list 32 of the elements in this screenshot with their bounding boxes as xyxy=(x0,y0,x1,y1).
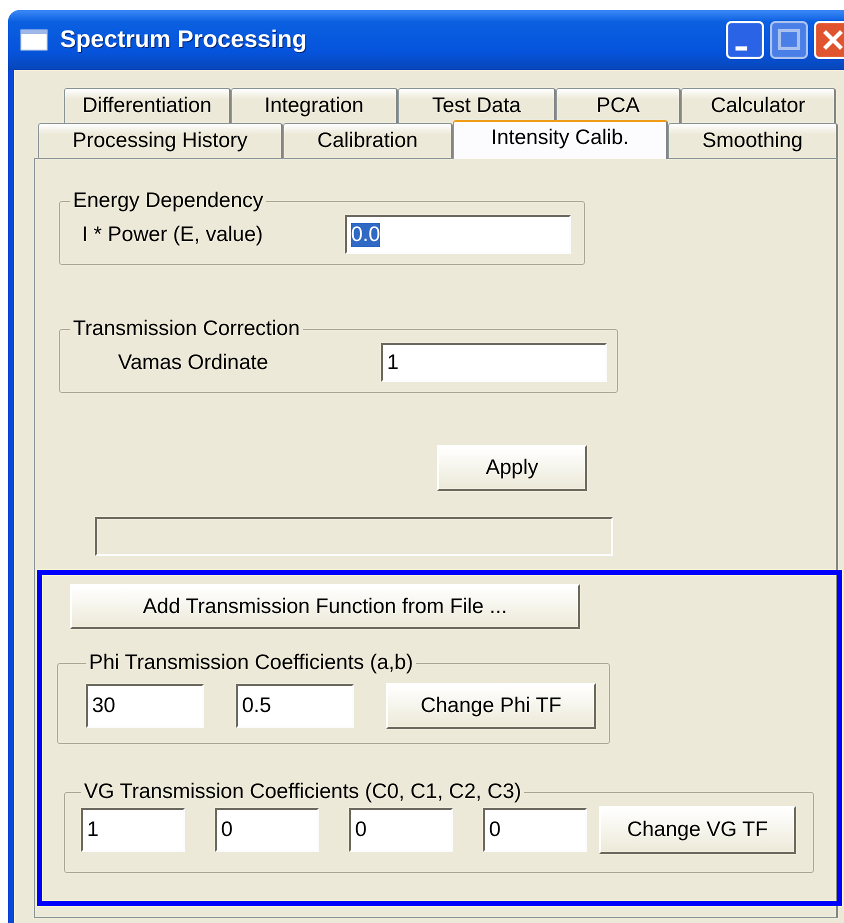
input-field[interactable]: 30 xyxy=(86,684,204,728)
apply-button[interactable]: Apply xyxy=(437,445,587,491)
tab[interactable]: Processing History xyxy=(38,123,283,158)
tab[interactable]: Differentiation xyxy=(64,88,231,123)
group-label: Phi Transmission Coefficients (a,b) xyxy=(88,651,414,675)
tab[interactable]: PCA xyxy=(556,88,681,123)
tab[interactable]: Smoothing xyxy=(668,123,838,158)
group-label: Energy Dependency xyxy=(72,189,264,213)
field-label: Vamas Ordinate xyxy=(117,350,270,374)
input-field[interactable]: 1 xyxy=(81,808,185,852)
change-phi-button[interactable]: Change Phi TF xyxy=(386,683,596,729)
input-field[interactable]: 0 xyxy=(215,808,319,852)
group-label: VG Transmission Coefficients (C0, C1, C2, C3) xyxy=(83,780,522,804)
input-field[interactable]: 0 xyxy=(349,808,453,852)
change-vg-button[interactable]: Change VG TF xyxy=(599,806,796,854)
add-file-button[interactable]: Add Transmission Function from File ... xyxy=(70,584,580,629)
input-field[interactable]: 0.0 xyxy=(345,215,571,254)
tab[interactable]: Calibration xyxy=(283,123,453,158)
tab[interactable]: Integration xyxy=(231,88,398,123)
minimize-button[interactable] xyxy=(726,21,764,59)
close-button[interactable] xyxy=(814,21,844,59)
tab[interactable]: Calculator xyxy=(681,88,836,123)
group-label: Transmission Correction xyxy=(72,317,301,341)
tab[interactable]: Intensity Calib. xyxy=(453,120,668,159)
field-label: I * Power (E, value) xyxy=(81,222,264,246)
window-title: Spectrum Processing xyxy=(60,26,308,54)
input-field[interactable]: 0.5 xyxy=(236,684,354,728)
maximize-button[interactable] xyxy=(770,21,808,59)
tab[interactable]: Test Data xyxy=(398,88,556,123)
window-icon xyxy=(20,29,48,51)
input-field[interactable]: 0 xyxy=(483,808,587,852)
input-field[interactable]: 1 xyxy=(381,343,607,382)
